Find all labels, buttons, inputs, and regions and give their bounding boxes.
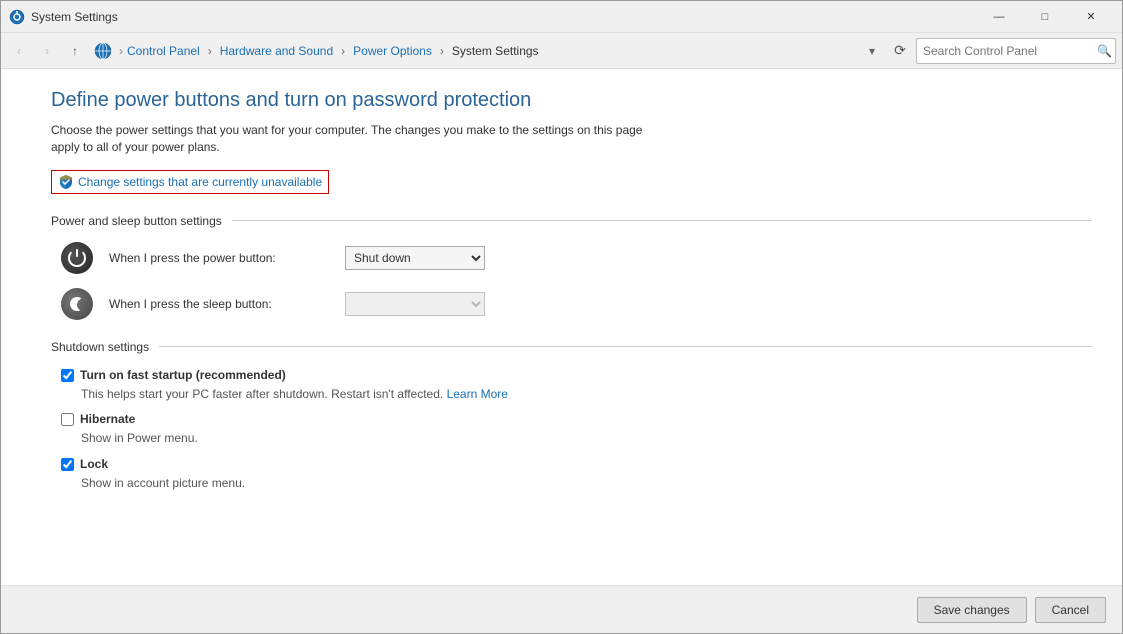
- window-title: System Settings: [31, 10, 976, 24]
- addressbar: ‹ › ↑ › Control Panel › Hardware and Sou…: [1, 33, 1122, 69]
- search-button[interactable]: 🔍: [1097, 44, 1112, 58]
- breadcrumb-hardware[interactable]: Hardware and Sound: [220, 44, 333, 58]
- refresh-button[interactable]: ⟳: [888, 39, 912, 63]
- main-content: Define power buttons and turn on passwor…: [1, 69, 1122, 585]
- breadcrumb-dropdown-button[interactable]: ▾: [860, 39, 884, 63]
- sleep-button-label: When I press the sleep button:: [109, 297, 329, 311]
- sleep-button-select[interactable]: [345, 292, 485, 316]
- breadcrumb-separator-2: ›: [341, 44, 345, 58]
- cancel-button[interactable]: Cancel: [1035, 597, 1106, 623]
- page-title: Define power buttons and turn on passwor…: [51, 89, 1092, 112]
- lock-description: Show in account picture menu.: [81, 475, 1092, 492]
- power-icon-inner: [76, 249, 78, 257]
- fast-startup-checkbox[interactable]: [61, 369, 74, 382]
- minimize-button[interactable]: —: [976, 1, 1022, 33]
- window-controls: — □ ✕: [976, 1, 1114, 33]
- sleep-button-icon: [61, 288, 93, 320]
- window: System Settings — □ ✕ ‹ › ↑ › Control Pa…: [0, 0, 1123, 634]
- back-button[interactable]: ‹: [7, 39, 31, 63]
- hibernate-checkbox[interactable]: [61, 413, 74, 426]
- hibernate-description: Show in Power menu.: [81, 430, 1092, 447]
- up-button[interactable]: ↑: [63, 39, 87, 63]
- lock-label[interactable]: Lock: [80, 457, 108, 471]
- lock-checkbox[interactable]: [61, 458, 74, 471]
- search-container: 🔍: [916, 38, 1116, 64]
- power-sleep-section-header: Power and sleep button settings: [51, 214, 1092, 228]
- divider-line-1: [232, 220, 1092, 221]
- close-button[interactable]: ✕: [1068, 1, 1114, 33]
- button-settings: When I press the power button: Shut down…: [51, 242, 1092, 320]
- power-sleep-label: Power and sleep button settings: [51, 214, 222, 228]
- page-description: Choose the power settings that you want …: [51, 122, 651, 156]
- breadcrumb-current: System Settings: [452, 44, 539, 58]
- shield-icon: [58, 174, 74, 190]
- breadcrumb-separator-3: ›: [440, 44, 444, 58]
- learn-more-link[interactable]: Learn More: [447, 387, 508, 401]
- shutdown-section-header: Shutdown settings: [51, 340, 1092, 354]
- power-button-icon: [61, 242, 93, 274]
- footer: Save changes Cancel: [1, 585, 1122, 633]
- moon-icon: [68, 295, 86, 313]
- change-settings-link[interactable]: Change settings that are currently unava…: [51, 170, 329, 194]
- save-button[interactable]: Save changes: [917, 597, 1027, 623]
- maximize-button[interactable]: □: [1022, 1, 1068, 33]
- shutdown-settings: Turn on fast startup (recommended) This …: [51, 368, 1092, 492]
- titlebar: System Settings — □ ✕: [1, 1, 1122, 33]
- search-input[interactable]: [916, 38, 1116, 64]
- content-area: Define power buttons and turn on passwor…: [1, 69, 1122, 633]
- change-settings-text: Change settings that are currently unava…: [78, 175, 322, 189]
- power-button-select[interactable]: Shut down Do nothing Sleep Hibernate Tur…: [345, 246, 485, 270]
- forward-button[interactable]: ›: [35, 39, 59, 63]
- sleep-button-row: When I press the sleep button:: [61, 288, 1092, 320]
- hibernate-row: Hibernate: [61, 412, 1092, 426]
- hibernate-desc-text: Show in Power menu.: [81, 431, 198, 445]
- breadcrumb-control-panel[interactable]: Control Panel: [127, 44, 200, 58]
- power-button-label: When I press the power button:: [109, 251, 329, 265]
- breadcrumb-separator-1: ›: [208, 44, 212, 58]
- app-icon: [9, 9, 25, 25]
- divider-line-2: [159, 346, 1092, 347]
- breadcrumb-separator-0: ›: [119, 44, 123, 58]
- location-icon: [93, 41, 113, 61]
- shutdown-label: Shutdown settings: [51, 340, 149, 354]
- power-button-row: When I press the power button: Shut down…: [61, 242, 1092, 274]
- fast-startup-description: This helps start your PC faster after sh…: [81, 386, 1092, 403]
- hibernate-label[interactable]: Hibernate: [80, 412, 135, 426]
- lock-desc-text: Show in account picture menu.: [81, 476, 245, 490]
- lock-row: Lock: [61, 457, 1092, 471]
- breadcrumb-power[interactable]: Power Options: [353, 44, 432, 58]
- fast-startup-row: Turn on fast startup (recommended): [61, 368, 1092, 382]
- fast-startup-label[interactable]: Turn on fast startup (recommended): [80, 368, 286, 382]
- fast-startup-desc-text: This helps start your PC faster after sh…: [81, 387, 443, 401]
